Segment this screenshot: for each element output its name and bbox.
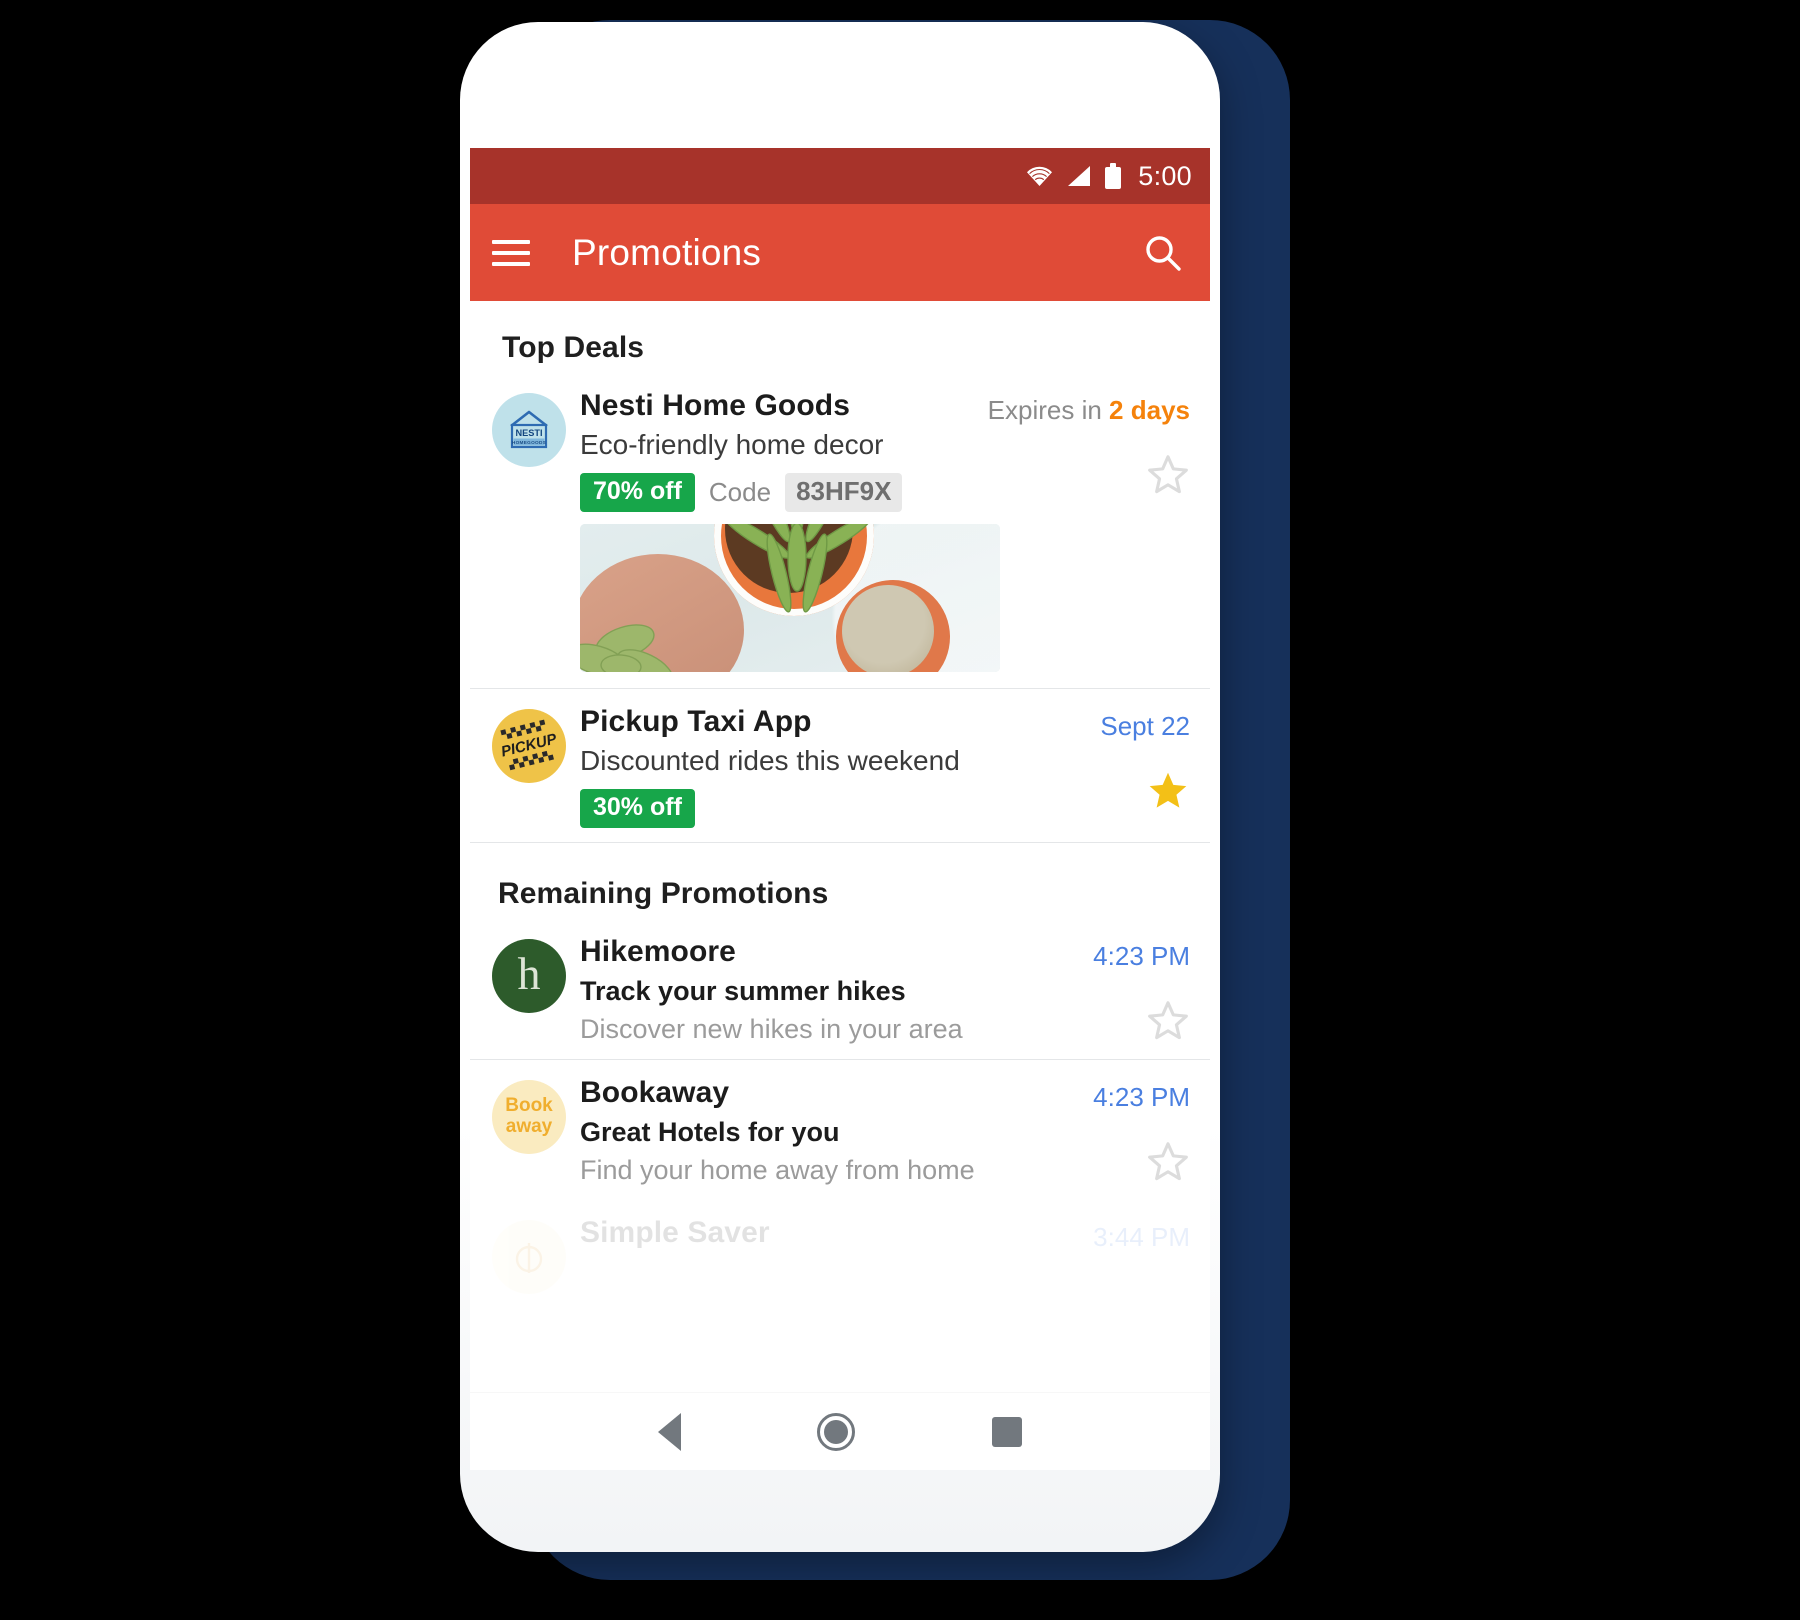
promo-code[interactable]: 83HF9X bbox=[785, 473, 903, 512]
promo-image[interactable] bbox=[580, 524, 1000, 672]
deal-badges: 30% off bbox=[580, 789, 1000, 828]
time-label: 3:44 PM bbox=[1093, 1222, 1190, 1252]
nesti-logo-icon: NESTI HOMEGOODS bbox=[510, 410, 548, 449]
avatar bbox=[492, 1220, 566, 1294]
list-item[interactable]: h Hikemoore Track your summer hikes Disc… bbox=[470, 919, 1210, 1059]
coin-icon bbox=[515, 1243, 543, 1273]
section-header-top-deals: Top Deals bbox=[502, 331, 645, 364]
list-item[interactable]: NESTI HOMEGOODS Nesti Home Goods Eco-fri… bbox=[470, 373, 1210, 688]
subject-line: Discounted rides this weekend bbox=[580, 745, 960, 776]
star-icon[interactable] bbox=[1146, 452, 1190, 496]
status-bar-clock: 5:00 bbox=[1138, 160, 1192, 191]
expiry-highlight: 2 days bbox=[1109, 395, 1190, 425]
avatar: NESTI HOMEGOODS bbox=[492, 393, 566, 467]
svg-text:HOMEGOODS: HOMEGOODS bbox=[512, 440, 546, 445]
subject-line: Eco-friendly home decor bbox=[580, 429, 884, 460]
star-icon[interactable] bbox=[1146, 768, 1190, 812]
page-title: Promotions bbox=[572, 231, 762, 273]
avatar: h bbox=[492, 939, 566, 1013]
phone-screen: 5:00 Promotions Top Deals NESTI HOMEGOOD… bbox=[470, 148, 1210, 1470]
avatar-wordmark-line1: Book bbox=[505, 1095, 553, 1117]
star-icon[interactable] bbox=[1146, 998, 1190, 1042]
section-header-remaining: Remaining Promotions bbox=[498, 877, 829, 910]
list-item[interactable]: Simple Saver 3:44 PM bbox=[470, 1200, 1210, 1308]
list-item-body: Hikemoore Track your summer hikes Discov… bbox=[580, 931, 1000, 1045]
discount-badge: 30% off bbox=[580, 789, 695, 828]
code-label: Code bbox=[708, 477, 772, 507]
list-item-body: Nesti Home Goods Eco-friendly home decor… bbox=[580, 385, 1000, 674]
promotions-list[interactable]: Top Deals NESTI HOMEGOODS Nesti Home Goo… bbox=[470, 301, 1210, 1470]
list-item-body: Bookaway Great Hotels for you Find your … bbox=[580, 1072, 1000, 1186]
battery-icon bbox=[1105, 163, 1122, 189]
back-nav-icon[interactable] bbox=[658, 1412, 682, 1451]
sender-name: Pickup Taxi App bbox=[580, 705, 812, 738]
phone-device-frame: 5:00 Promotions Top Deals NESTI HOMEGOOD… bbox=[460, 22, 1220, 1552]
sender-name: Bookaway bbox=[580, 1076, 730, 1109]
snippet-text: Discover new hikes in your area bbox=[580, 1014, 963, 1044]
recents-nav-icon[interactable] bbox=[991, 1416, 1022, 1447]
star-icon[interactable] bbox=[1146, 1139, 1190, 1183]
avatar: Book away bbox=[492, 1080, 566, 1154]
search-icon[interactable] bbox=[1142, 232, 1184, 274]
wifi-icon bbox=[1026, 165, 1053, 187]
snippet-text: Find your home away from home bbox=[580, 1155, 975, 1185]
pickup-logo-icon: PICKUP bbox=[499, 719, 559, 771]
status-bar: 5:00 bbox=[470, 148, 1210, 204]
expiry-label: Expires in 2 days bbox=[987, 395, 1190, 425]
sender-name: Hikemoore bbox=[580, 935, 736, 968]
hamburger-menu-icon[interactable] bbox=[492, 239, 530, 266]
avatar: PICKUP bbox=[492, 709, 566, 783]
list-item-meta: 4:23 PM bbox=[1000, 1072, 1190, 1186]
list-item-meta: 3:44 PM bbox=[1000, 1212, 1190, 1294]
android-navigation-bar[interactable] bbox=[470, 1392, 1210, 1470]
discount-badge: 70% off bbox=[580, 473, 695, 512]
subject-line: Great Hotels for you bbox=[580, 1117, 840, 1147]
avatar-wordmark: Book away bbox=[505, 1096, 553, 1137]
screenshot-stage: 5:00 Promotions Top Deals NESTI HOMEGOOD… bbox=[0, 0, 1800, 1620]
list-item[interactable]: PICKUP Pickup Taxi App Discounted rides … bbox=[470, 689, 1210, 842]
signal-icon bbox=[1066, 165, 1092, 187]
list-item-meta: 4:23 PM bbox=[1000, 931, 1190, 1045]
list-item-body: Simple Saver bbox=[580, 1212, 1000, 1294]
svg-text:NESTI: NESTI bbox=[515, 428, 542, 438]
deal-badges: 70% off Code 83HF9X bbox=[580, 473, 1000, 512]
list-item-meta: Sept 22 bbox=[1000, 701, 1190, 828]
subject-line: Track your summer hikes bbox=[580, 976, 906, 1006]
sender-name: Simple Saver bbox=[580, 1216, 770, 1249]
time-label: 4:23 PM bbox=[1093, 1082, 1190, 1112]
list-item-meta: Expires in 2 days bbox=[988, 385, 1190, 674]
sender-name: Nesti Home Goods bbox=[580, 389, 850, 422]
app-bar: Promotions bbox=[470, 204, 1210, 301]
list-item-body: Pickup Taxi App Discounted rides this we… bbox=[580, 701, 1000, 828]
home-nav-icon[interactable] bbox=[817, 1412, 856, 1451]
avatar-wordmark-line2: away bbox=[505, 1116, 553, 1137]
time-label: 4:23 PM bbox=[1093, 941, 1190, 971]
avatar-letter: h bbox=[517, 948, 541, 999]
date-label: Sept 22 bbox=[1100, 711, 1190, 741]
list-item[interactable]: Book away Bookaway Great Hotels for you … bbox=[470, 1060, 1210, 1200]
